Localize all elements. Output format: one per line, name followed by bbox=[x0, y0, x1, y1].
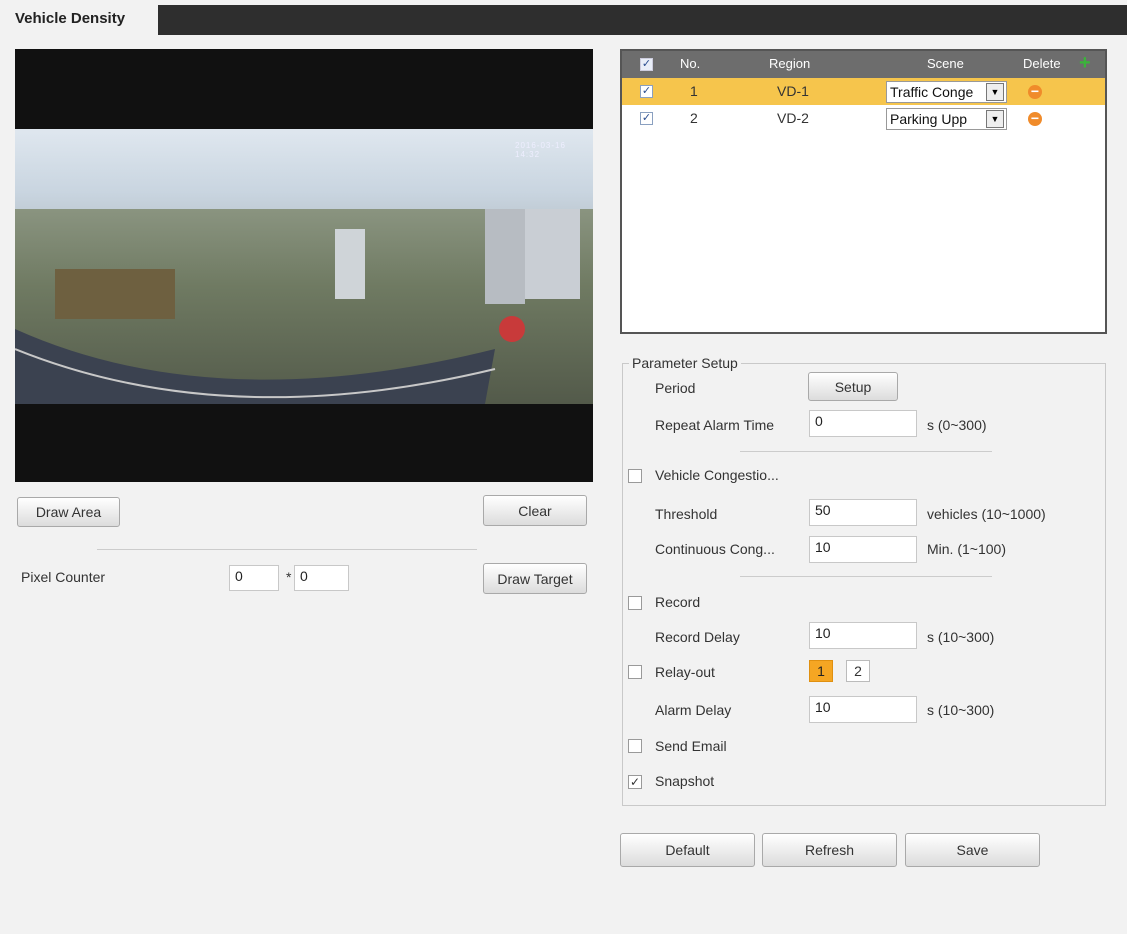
threshold-field[interactable]: 50 bbox=[809, 499, 917, 526]
refresh-button[interactable]: Refresh bbox=[762, 833, 897, 867]
video-osd-text: 2016-03-16 14:32 bbox=[515, 141, 566, 159]
vehicle-congestion-checkbox[interactable] bbox=[628, 469, 642, 483]
pixel-separator: * bbox=[286, 569, 292, 585]
repeat-alarm-time-unit: s (0~300) bbox=[927, 417, 987, 433]
header-delete: Delete bbox=[1023, 56, 1061, 71]
header-no: No. bbox=[680, 56, 701, 71]
record-delay-label: Record Delay bbox=[655, 629, 740, 645]
delete-row-icon[interactable]: − bbox=[1028, 84, 1042, 99]
snapshot-label: Snapshot bbox=[655, 773, 715, 789]
table-header: ✓ No. Region Scene Delete + bbox=[622, 51, 1105, 78]
clear-button[interactable]: Clear bbox=[483, 495, 587, 526]
draw-area-button[interactable]: Draw Area bbox=[17, 497, 120, 527]
draw-target-button[interactable]: Draw Target bbox=[483, 563, 587, 594]
parameter-setup-legend: Parameter Setup bbox=[632, 355, 738, 371]
pixel-width-field[interactable]: 0 bbox=[229, 565, 279, 591]
send-email-label: Send Email bbox=[655, 738, 727, 754]
relay-2-toggle[interactable]: 2 bbox=[846, 660, 870, 682]
chevron-down-icon[interactable]: ▼ bbox=[986, 83, 1004, 101]
relay-out-checkbox[interactable] bbox=[628, 665, 642, 679]
send-email-checkbox[interactable] bbox=[628, 739, 642, 753]
video-cityscape bbox=[15, 209, 593, 404]
continuous-congestion-label: Continuous Cong... bbox=[655, 541, 775, 557]
alarm-delay-field[interactable]: 10 bbox=[809, 696, 917, 723]
divider bbox=[740, 451, 992, 452]
threshold-unit: vehicles (10~1000) bbox=[927, 506, 1046, 522]
record-label: Record bbox=[655, 594, 701, 610]
default-button[interactable]: Default bbox=[620, 833, 755, 867]
row-region: VD-1 bbox=[777, 83, 809, 99]
table-row[interactable]: ✓ 2 VD-2 Parking Upp ▼ − bbox=[622, 105, 1105, 132]
header-bar bbox=[7, 5, 1127, 35]
continuous-congestion-unit: Min. (1~100) bbox=[927, 541, 1006, 557]
chevron-down-icon[interactable]: ▼ bbox=[986, 110, 1004, 128]
snapshot-checkbox[interactable]: ✓ bbox=[628, 775, 642, 789]
relay-out-label: Relay-out bbox=[655, 664, 715, 680]
header-region: Region bbox=[769, 56, 811, 71]
record-checkbox[interactable] bbox=[628, 596, 642, 610]
vehicle-congestion-label: Vehicle Congestio... bbox=[655, 467, 779, 483]
row-no: 2 bbox=[690, 110, 698, 126]
save-button[interactable]: Save bbox=[905, 833, 1040, 867]
add-region-icon[interactable]: + bbox=[1079, 53, 1091, 73]
divider bbox=[740, 576, 992, 577]
divider bbox=[97, 549, 477, 550]
scene-select-value: Parking Upp bbox=[890, 111, 968, 127]
repeat-alarm-time-field[interactable]: 0 bbox=[809, 410, 917, 437]
delete-row-icon[interactable]: − bbox=[1028, 111, 1042, 126]
alarm-delay-unit: s (10~300) bbox=[927, 702, 995, 718]
region-table: ✓ No. Region Scene Delete + ✓ 1 VD-1 Tra… bbox=[620, 49, 1107, 334]
header-scene: Scene bbox=[927, 56, 964, 71]
pixel-counter-label: Pixel Counter bbox=[21, 569, 106, 585]
record-delay-unit: s (10~300) bbox=[927, 629, 995, 645]
scene-select-value: Traffic Conge bbox=[890, 84, 974, 100]
period-setup-button[interactable]: Setup bbox=[808, 372, 898, 401]
continuous-congestion-field[interactable]: 10 bbox=[809, 536, 917, 563]
repeat-alarm-time-label: Repeat Alarm Time bbox=[655, 417, 775, 433]
record-delay-field[interactable]: 10 bbox=[809, 622, 917, 649]
row-checkbox[interactable]: ✓ bbox=[640, 85, 653, 98]
tab-vehicle-density[interactable]: Vehicle Density bbox=[7, 5, 158, 36]
pixel-height-field[interactable]: 0 bbox=[294, 565, 349, 591]
relay-1-toggle[interactable]: 1 bbox=[809, 660, 833, 682]
period-label: Period bbox=[655, 380, 696, 396]
row-checkbox[interactable]: ✓ bbox=[640, 112, 653, 125]
row-no: 1 bbox=[690, 83, 698, 99]
threshold-label: Threshold bbox=[655, 506, 718, 522]
row-region: VD-2 bbox=[777, 110, 809, 126]
alarm-delay-label: Alarm Delay bbox=[655, 702, 732, 718]
video-preview[interactable]: 2016-03-16 14:32 bbox=[15, 49, 593, 482]
table-row[interactable]: ✓ 1 VD-1 Traffic Conge ▼ − bbox=[622, 78, 1105, 105]
select-all-checkbox[interactable]: ✓ bbox=[640, 58, 653, 71]
